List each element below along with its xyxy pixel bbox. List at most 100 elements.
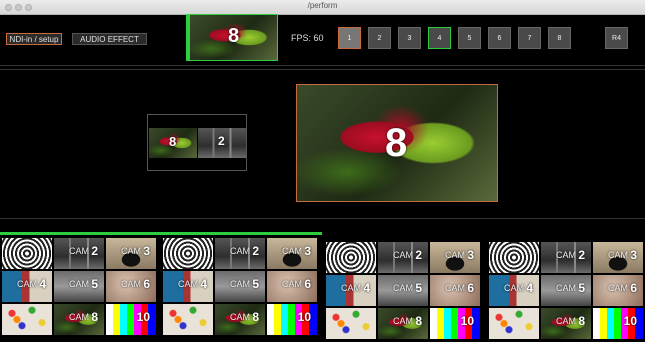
grid4-cell-5[interactable]: CAM 5 [541, 275, 591, 306]
cam-label: CAM [282, 279, 302, 289]
cam-label: CAM [393, 316, 413, 326]
grid1-cell-4[interactable]: CAM 4 [2, 271, 52, 302]
grid1-cell-1[interactable] [2, 238, 52, 269]
grid1-cell-5[interactable]: CAM 5 [54, 271, 104, 302]
grid2-cell-5[interactable]: CAM 5 [215, 271, 265, 302]
cam-number: 5 [415, 281, 422, 295]
cam-label: CAM [121, 246, 141, 256]
small-preview-right: 2 [198, 128, 246, 158]
program-button-8[interactable]: 8 [548, 27, 571, 49]
cam-label: CAM [178, 279, 198, 289]
grid4-cell-3[interactable]: CAM 3 [593, 242, 643, 273]
program-output-number: 8 [385, 121, 408, 165]
window-titlebar: /perform [0, 0, 645, 15]
cam-number: 6 [467, 281, 474, 295]
grid1-cell-2[interactable]: CAM 2 [54, 238, 104, 269]
cam-number: 5 [252, 277, 259, 291]
grid2-cell-1[interactable] [163, 238, 213, 269]
cam-number: 6 [304, 277, 311, 291]
cam-label: CAM [393, 250, 413, 260]
multiview-grid-4[interactable]: CAM 2 CAM 3 CAM 4 CAM 5 CAM 6 CAM 8 10 [489, 242, 645, 342]
program-button-5[interactable]: 5 [458, 27, 481, 49]
grid4-cell-8[interactable]: CAM 8 [541, 308, 591, 339]
program-button-2[interactable]: 2 [368, 27, 391, 49]
grid3-cell-4[interactable]: CAM 4 [326, 275, 376, 306]
small-preview-left: 8 [149, 128, 197, 158]
divider-top [0, 65, 645, 66]
ndi-setup-button[interactable]: NDI-in / setup [6, 33, 62, 45]
grid2-cell-4[interactable]: CAM 4 [163, 271, 213, 302]
program-button-6[interactable]: 6 [488, 27, 511, 49]
grid2-cell-6[interactable]: CAM 6 [267, 271, 317, 302]
cam-number: 3 [467, 248, 474, 262]
grid4-cell-1[interactable] [489, 242, 539, 273]
program-output-frame[interactable]: 8 [296, 84, 498, 202]
cam-number: 4 [200, 277, 207, 291]
small-preview-frame[interactable]: 8 2 [147, 114, 247, 171]
cam-number: 5 [91, 277, 98, 291]
cam-number: 3 [630, 248, 637, 262]
grid2-cell-2[interactable]: CAM 2 [215, 238, 265, 269]
program-button-4[interactable]: 4 [428, 27, 451, 49]
grid4-cell-9[interactable]: 10 [593, 308, 643, 339]
grid4-cell-4[interactable]: CAM 4 [489, 275, 539, 306]
program-button-3[interactable]: 3 [398, 27, 421, 49]
grid1-cell-7[interactable] [2, 304, 52, 335]
multiview-grid-3[interactable]: CAM 2 CAM 3 CAM 4 CAM 5 CAM 6 CAM 8 10 [326, 242, 486, 342]
grid3-cell-3[interactable]: CAM 3 [430, 242, 480, 273]
cam-label: CAM [69, 246, 89, 256]
cam-label: CAM [282, 246, 302, 256]
divider-bottom [0, 218, 645, 219]
grid2-cell-7[interactable] [163, 304, 213, 335]
divider-top-2 [0, 69, 645, 70]
grid4-cell-2[interactable]: CAM 2 [541, 242, 591, 273]
cam-label: CAM [556, 283, 576, 293]
program-button-1[interactable]: 1 [338, 27, 361, 49]
cam-number: 10 [297, 310, 311, 324]
cam-number: 10 [136, 310, 150, 324]
preview-thumbnail[interactable]: 8 [186, 14, 278, 61]
grid3-cell-7[interactable] [326, 308, 376, 339]
cam-label: CAM [230, 312, 250, 322]
grid4-cell-6[interactable]: CAM 6 [593, 275, 643, 306]
grid2-cell-9[interactable]: 10 [267, 304, 317, 335]
cam-label: CAM [608, 250, 628, 260]
cam-number: 3 [143, 244, 150, 258]
grid1-cell-8[interactable]: CAM 8 [54, 304, 104, 335]
audio-effect-button[interactable]: AUDIO EFFECT [72, 33, 147, 45]
grid1-cell-6[interactable]: CAM 6 [106, 271, 156, 302]
fps-readout: FPS: 60 [291, 33, 324, 43]
cam-number: 10 [460, 314, 474, 328]
window-title: /perform [307, 1, 338, 10]
grid2-cell-3[interactable]: CAM 3 [267, 238, 317, 269]
grid2-cell-8[interactable]: CAM 8 [215, 304, 265, 335]
grid3-cell-9[interactable]: 10 [430, 308, 480, 339]
cam-label: CAM [69, 279, 89, 289]
program-button-7[interactable]: 7 [518, 27, 541, 49]
cam-label: CAM [445, 250, 465, 260]
grid3-cell-1[interactable] [326, 242, 376, 273]
grid4-cell-7[interactable] [489, 308, 539, 339]
cam-number: 2 [415, 248, 422, 262]
cam-label: CAM [556, 316, 576, 326]
cam-label: CAM [504, 283, 524, 293]
cam-label: CAM [341, 283, 361, 293]
cam-label: CAM [608, 283, 628, 293]
multiview-grid-2[interactable]: CAM 2 CAM 3 CAM 4 CAM 5 CAM 6 CAM 8 10 [163, 238, 323, 338]
multiview-grid-1[interactable]: CAM 2 CAM 3 CAM 4 CAM 5 CAM 6 CAM 8 10 [2, 238, 162, 338]
grid3-cell-2[interactable]: CAM 2 [378, 242, 428, 273]
cam-number: 3 [304, 244, 311, 258]
cam-number: 4 [526, 281, 533, 295]
active-grid-indicator [0, 232, 322, 235]
cam-label: CAM [17, 279, 37, 289]
grid1-cell-9[interactable]: 10 [106, 304, 156, 335]
cam-label: CAM [393, 283, 413, 293]
cam-number: 2 [91, 244, 98, 258]
grid1-cell-3[interactable]: CAM 3 [106, 238, 156, 269]
cam-label: CAM [69, 312, 89, 322]
grid3-cell-5[interactable]: CAM 5 [378, 275, 428, 306]
grid3-cell-8[interactable]: CAM 8 [378, 308, 428, 339]
r4-button[interactable]: R4 [605, 27, 628, 49]
cam-label: CAM [121, 279, 141, 289]
grid3-cell-6[interactable]: CAM 6 [430, 275, 480, 306]
